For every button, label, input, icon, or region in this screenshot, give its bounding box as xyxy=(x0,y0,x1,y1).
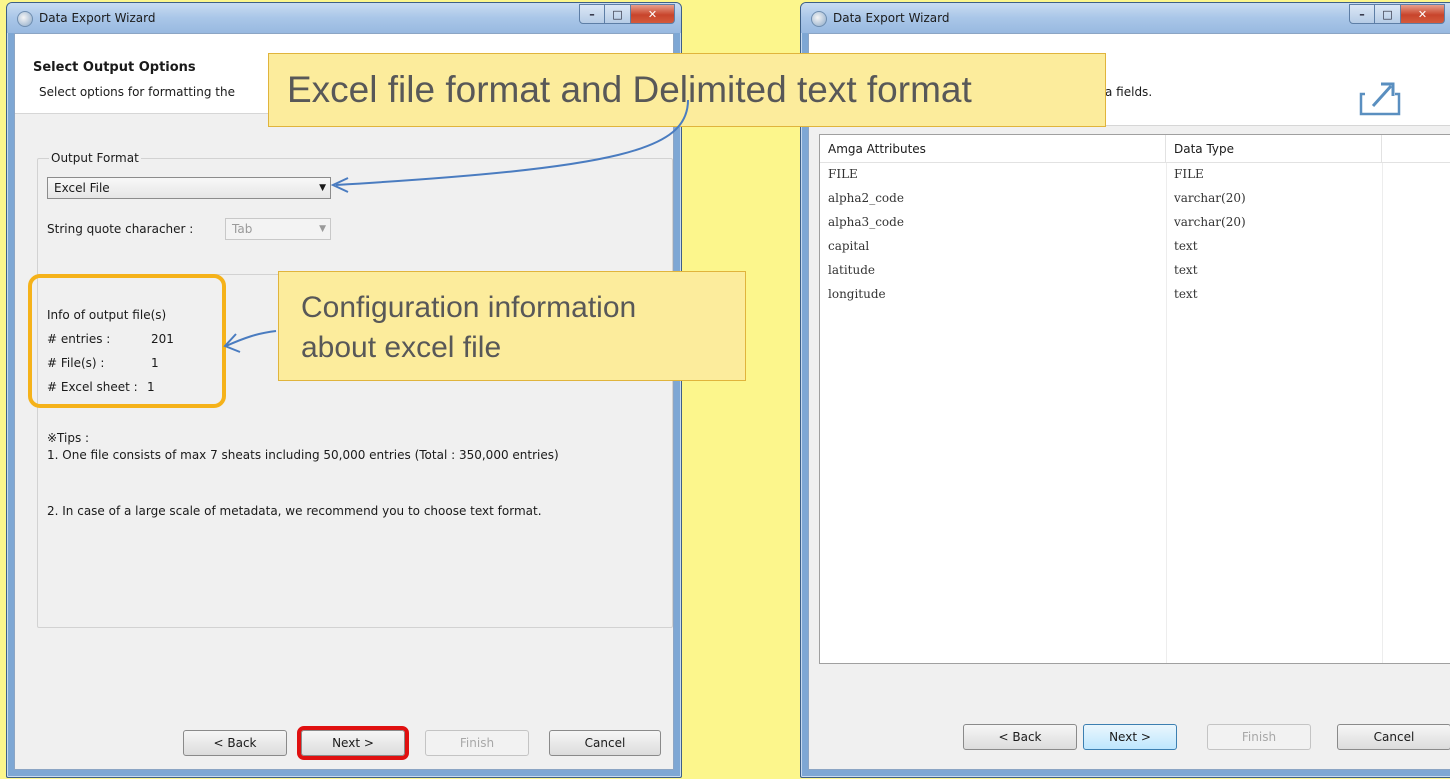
output-format-select[interactable]: Excel File ▼ xyxy=(47,177,331,199)
quote-char-select[interactable]: Tab ▼ xyxy=(225,218,331,240)
minimize-icon[interactable]: – xyxy=(1349,4,1375,24)
window-title: Data Export Wizard xyxy=(39,11,156,25)
back-button[interactable]: < Back xyxy=(963,724,1077,750)
table-row-attribute[interactable]: capital xyxy=(828,239,869,253)
config-callout-line-1: Configuration information xyxy=(301,291,637,324)
tips-title: ※Tips : xyxy=(47,431,90,445)
attribute-table[interactable]: Amga Attributes Data Type FILE FILE alph… xyxy=(819,134,1450,664)
minimize-icon[interactable]: – xyxy=(579,4,605,24)
info-highlight-box xyxy=(28,274,226,408)
cancel-button[interactable]: Cancel xyxy=(1337,724,1450,750)
dropdown-arrow-icon: ▼ xyxy=(319,224,326,234)
maximize-icon[interactable]: □ xyxy=(605,4,631,24)
app-icon xyxy=(811,11,827,27)
finish-button[interactable]: Finish xyxy=(425,730,529,756)
maximize-icon[interactable]: □ xyxy=(1375,4,1401,24)
export-icon xyxy=(1359,82,1401,116)
close-icon[interactable]: ✕ xyxy=(631,4,675,24)
output-format-label: Output Format xyxy=(49,151,141,165)
page-description: a fields. xyxy=(1105,85,1153,99)
wizard-client-area: a fields. Amga Attributes Data Type FILE… xyxy=(808,33,1450,770)
table-row-attribute[interactable]: alpha3_code xyxy=(828,215,904,229)
quote-char-value: Tab xyxy=(232,222,253,236)
format-callout: Excel file format and Delimited text for… xyxy=(268,53,1106,127)
table-row-attribute[interactable]: FILE xyxy=(828,167,858,181)
next-button[interactable]: Next > xyxy=(1083,724,1177,750)
quote-char-label: String quote characher : xyxy=(47,222,194,236)
page-description: Select options for formatting the xyxy=(39,85,235,99)
table-row-datatype[interactable]: FILE xyxy=(1174,167,1204,181)
column-header-attributes[interactable]: Amga Attributes xyxy=(820,135,1166,163)
table-row-attribute[interactable]: latitude xyxy=(828,263,875,277)
config-callout: Configuration information about excel fi… xyxy=(278,271,746,381)
tip-2: 2. In case of a large scale of metadata,… xyxy=(47,504,542,518)
app-icon xyxy=(17,11,33,27)
table-row-datatype[interactable]: text xyxy=(1174,287,1198,301)
close-icon[interactable]: ✕ xyxy=(1401,4,1445,24)
back-button[interactable]: < Back xyxy=(183,730,287,756)
title-bar[interactable]: Data Export Wizard – □ ✕ xyxy=(801,3,1450,33)
column-header-datatype[interactable]: Data Type xyxy=(1166,135,1382,163)
tip-1: 1. One file consists of max 7 sheats inc… xyxy=(47,448,559,462)
table-row-datatype[interactable]: varchar(20) xyxy=(1174,191,1246,205)
column-divider xyxy=(1382,163,1383,663)
output-format-value: Excel File xyxy=(54,181,110,195)
cancel-button[interactable]: Cancel xyxy=(549,730,661,756)
page-title: Select Output Options xyxy=(33,60,196,75)
window-title: Data Export Wizard xyxy=(833,11,950,25)
dropdown-arrow-icon: ▼ xyxy=(319,183,326,193)
table-row-attribute[interactable]: alpha2_code xyxy=(828,191,904,205)
column-header-extra[interactable] xyxy=(1382,135,1450,163)
table-row-datatype[interactable]: text xyxy=(1174,239,1198,253)
table-row-datatype[interactable]: varchar(20) xyxy=(1174,215,1246,229)
title-bar[interactable]: Data Export Wizard – □ ✕ xyxy=(7,3,681,33)
finish-button[interactable]: Finish xyxy=(1207,724,1311,750)
table-row-datatype[interactable]: text xyxy=(1174,263,1198,277)
column-divider xyxy=(1166,163,1167,663)
config-callout-line-2: about excel file xyxy=(301,331,502,364)
table-row-attribute[interactable]: longitude xyxy=(828,287,886,301)
next-button[interactable]: Next > xyxy=(297,726,409,760)
